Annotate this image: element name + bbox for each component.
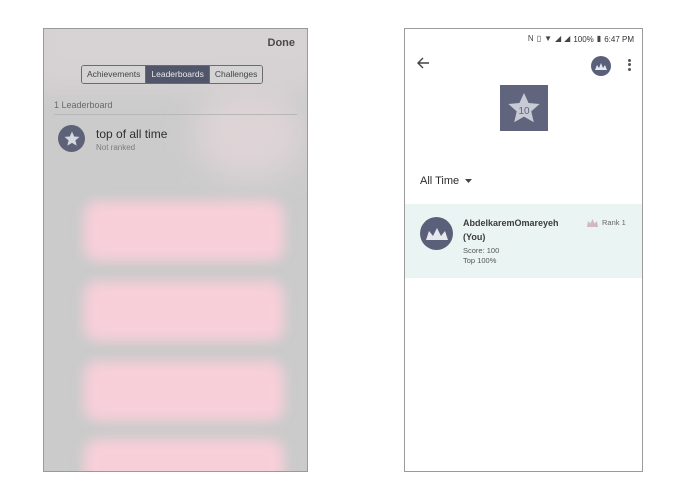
play-games-leaderboard-screen: N ▯ ▼ ◢ ◢ 100% ▮ 6:47 PM 10 All Time Abd… — [404, 28, 643, 472]
tab-achievements[interactable]: Achievements — [82, 66, 147, 83]
leaderboard-row[interactable]: top of all time Not ranked — [58, 125, 288, 159]
time-range-label: All Time — [420, 175, 460, 187]
rank-label: Rank 1 — [602, 218, 626, 227]
done-button[interactable]: Done — [268, 37, 296, 49]
status-bar: N ▯ ▼ ◢ ◢ 100% ▮ 6:47 PM — [528, 33, 634, 45]
ios-game-center-screen: Done Achievements Leaderboards Challenge… — [43, 28, 308, 472]
leaderboard-status: Not ranked — [96, 143, 136, 152]
dropdown-arrow-icon — [465, 179, 473, 183]
clock: 6:47 PM — [604, 34, 634, 44]
player-name: AbdelkaremOmareyeh — [463, 218, 559, 228]
tab-leaderboards[interactable]: Leaderboards — [146, 66, 210, 83]
back-arrow-icon[interactable] — [417, 56, 430, 74]
avatar — [420, 217, 453, 250]
battery-percent: 100% — [573, 34, 594, 44]
blurred-background-panel — [84, 281, 284, 341]
wifi-icon: ▼ — [544, 34, 553, 43]
divider — [54, 114, 297, 115]
time-range-dropdown[interactable]: All Time — [420, 175, 473, 187]
blurred-background-panel — [84, 201, 284, 261]
tab-segmented-control: Achievements Leaderboards Challenges — [81, 65, 264, 84]
rank-badge: Rank 1 — [587, 218, 626, 227]
signal-icon: ◢ — [564, 34, 571, 43]
section-title: 1 Leaderboard — [54, 100, 113, 110]
blurred-background-panel — [84, 361, 284, 421]
you-label: (You) — [463, 232, 486, 242]
signal-icon: ◢ — [555, 34, 562, 43]
player-score: Score: 100 — [463, 246, 500, 255]
more-options-icon[interactable] — [626, 57, 632, 73]
avatar[interactable] — [591, 56, 611, 76]
star-icon — [58, 125, 85, 152]
player-percentile: Top 100% — [463, 256, 497, 265]
vibrate-icon: ▯ — [536, 34, 542, 43]
tab-challenges[interactable]: Challenges — [209, 66, 263, 83]
star-icon: 10 — [508, 93, 540, 123]
nfc-icon: N — [527, 34, 534, 43]
player-score-card[interactable]: AbdelkaremOmareyeh (You) Score: 100 Top … — [405, 204, 642, 278]
blurred-background-panel — [84, 439, 284, 471]
badge-number: 10 — [518, 106, 530, 117]
battery-icon: ▮ — [596, 34, 602, 43]
leaderboard-image: 10 — [500, 85, 548, 131]
crown-icon — [587, 218, 598, 227]
leaderboard-name: top of all time — [96, 127, 168, 141]
